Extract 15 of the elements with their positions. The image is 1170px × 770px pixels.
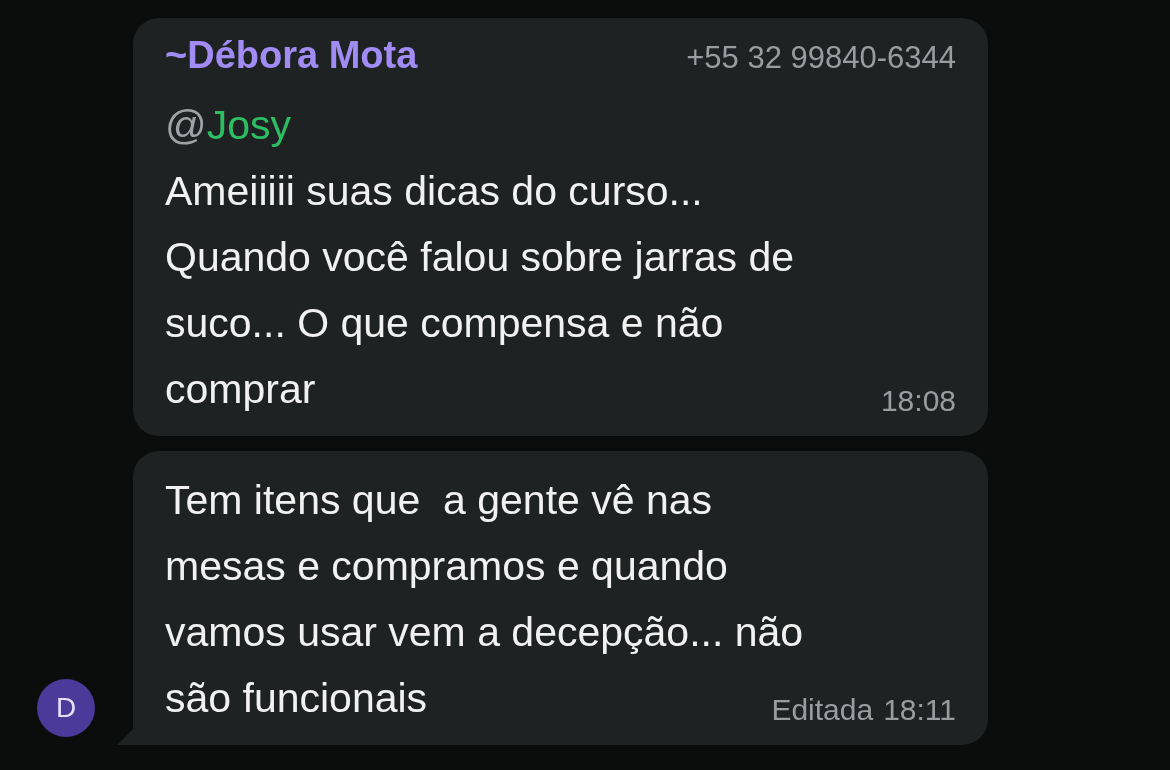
message-text: Quando você falou sobre jarras de (165, 233, 796, 282)
message-text: Tem itens que a gente vê nas (165, 476, 713, 525)
sender-name[interactable]: ~Débora Mota (165, 34, 418, 77)
mention-link[interactable]: @Josy (165, 92, 291, 158)
message-text: vamos usar vem a decepção... não (165, 608, 805, 657)
edited-label: Editada (771, 693, 874, 727)
avatar[interactable]: D (37, 679, 95, 737)
message-text: são funcionais (165, 674, 428, 723)
message-time: 18:08 (880, 384, 956, 418)
message-text: Ameiiiii suas dicas do curso... (165, 167, 704, 216)
message-text: mesas e compramos e quando (165, 542, 729, 591)
message-time: 18:11 (883, 693, 956, 727)
message-text: suco... O que compensa e não (165, 299, 725, 348)
message-text: comprar (165, 365, 316, 414)
sender-phone: +55 32 99840-6344 (686, 40, 956, 76)
